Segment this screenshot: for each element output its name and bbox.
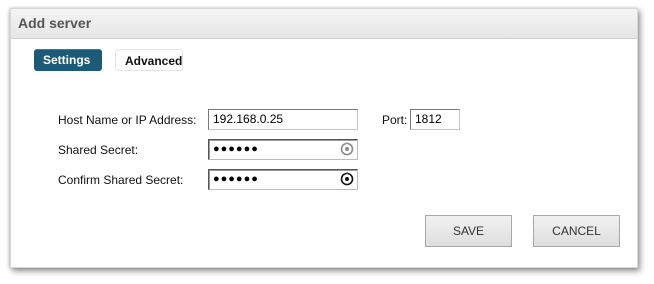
reveal-password-icon[interactable]: [340, 142, 354, 156]
host-label: Host Name or IP Address:: [58, 113, 197, 127]
dialog-titlebar: Add server: [11, 9, 637, 39]
port-input[interactable]: 1812: [410, 109, 460, 130]
confirm-secret-input[interactable]: ●●●●●●: [208, 169, 358, 190]
cancel-button[interactable]: CANCEL: [533, 215, 620, 247]
tab-advanced[interactable]: Advanced: [115, 49, 183, 71]
confirm-secret-label: Confirm Shared Secret:: [58, 173, 184, 187]
dialog-title: Add server: [18, 15, 92, 31]
port-label: Port:: [382, 113, 408, 127]
host-input-value: 192.168.0.25: [213, 112, 284, 126]
shared-secret-input[interactable]: ●●●●●●: [208, 139, 358, 160]
shared-secret-label: Shared Secret:: [58, 143, 139, 157]
save-button[interactable]: SAVE: [425, 215, 512, 247]
confirm-secret-value: ●●●●●●: [213, 173, 259, 185]
port-input-value: 1812: [415, 112, 442, 126]
reveal-password-icon[interactable]: [340, 172, 354, 186]
host-input[interactable]: 192.168.0.25: [208, 109, 358, 130]
shared-secret-value: ●●●●●●: [213, 143, 259, 155]
tab-settings[interactable]: Settings: [34, 49, 102, 71]
add-server-dialog: Add server Settings Advanced Host Name o…: [10, 8, 638, 268]
